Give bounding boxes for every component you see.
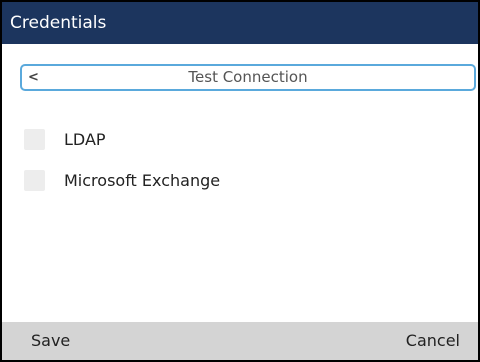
title-bar: Credentials: [2, 2, 478, 44]
test-connection-button[interactable]: < Test Connection: [20, 64, 476, 91]
chevron-left-icon: <: [28, 70, 39, 85]
page-title: Credentials: [10, 13, 107, 33]
softkey-bar: Save Cancel: [2, 322, 478, 360]
microsoft-exchange-label: Microsoft Exchange: [64, 170, 221, 190]
ldap-checkbox[interactable]: [24, 128, 45, 150]
ldap-label: LDAP: [64, 129, 106, 149]
option-microsoft-exchange[interactable]: Microsoft Exchange: [24, 168, 220, 192]
save-button[interactable]: Save: [31, 322, 70, 360]
option-ldap[interactable]: LDAP: [24, 127, 106, 151]
microsoft-exchange-checkbox[interactable]: [24, 169, 45, 191]
cancel-button[interactable]: Cancel: [406, 322, 460, 360]
test-connection-label: Test Connection: [188, 68, 308, 86]
phone-screen: Credentials < Test Connection LDAP Micro…: [0, 0, 480, 362]
